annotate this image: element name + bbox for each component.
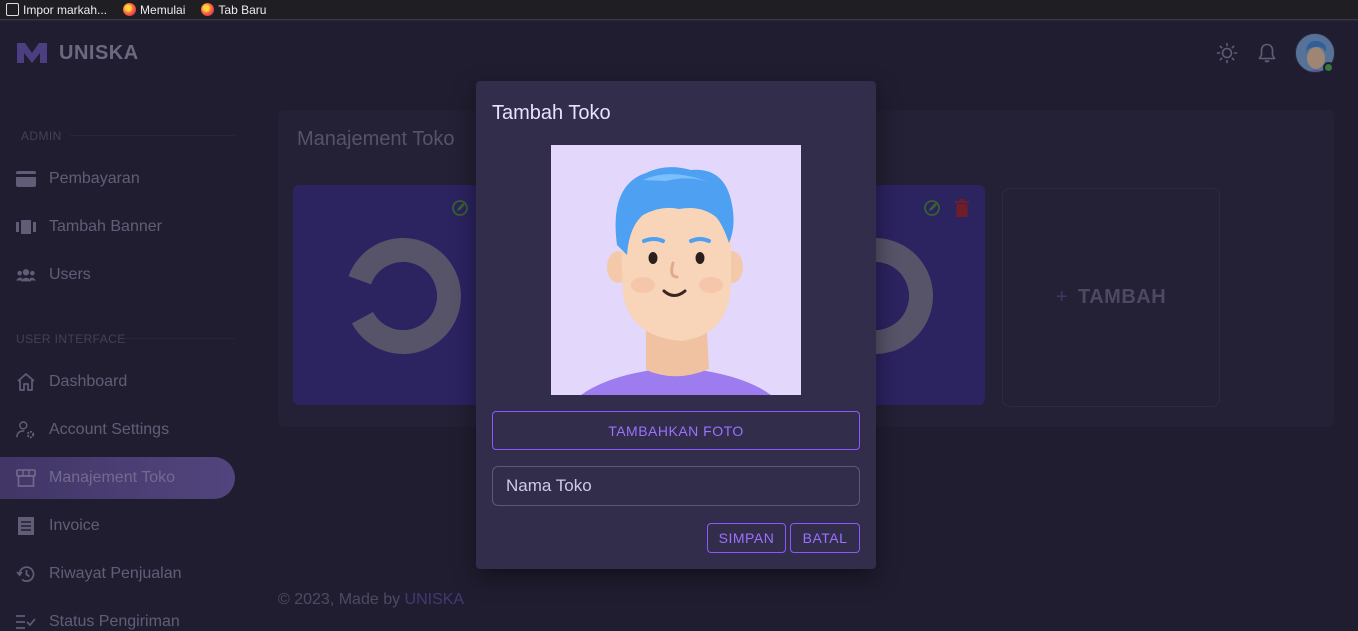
- store-name-input[interactable]: [492, 466, 860, 506]
- store-photo-preview: [551, 145, 801, 395]
- bookmark-label: Tab Baru: [218, 2, 267, 17]
- firefox-icon: [201, 3, 215, 16]
- add-photo-button[interactable]: TAMBAHKAN FOTO: [492, 411, 860, 450]
- bookmark-tab-baru[interactable]: Tab Baru: [201, 3, 266, 17]
- save-button[interactable]: SIMPAN: [707, 523, 786, 553]
- bookmark-import[interactable]: Impor markah...: [6, 3, 107, 17]
- bookmark-label: Impor markah...: [23, 2, 108, 17]
- bookmark-label: Memulai: [140, 2, 186, 17]
- cancel-button[interactable]: BATAL: [790, 523, 860, 553]
- bookmark-memulai[interactable]: Memulai: [123, 3, 185, 17]
- bookmarks-bar: Impor markah... Memulai Tab Baru: [0, 0, 1358, 20]
- dialog-title: Tambah Toko: [492, 102, 611, 124]
- import-icon: [6, 3, 19, 16]
- add-store-dialog: Tambah Toko TAMBAHKAN FOTO Nama Toko SIM…: [476, 81, 876, 569]
- firefox-icon: [123, 3, 137, 16]
- avatar-illustration: [551, 145, 801, 395]
